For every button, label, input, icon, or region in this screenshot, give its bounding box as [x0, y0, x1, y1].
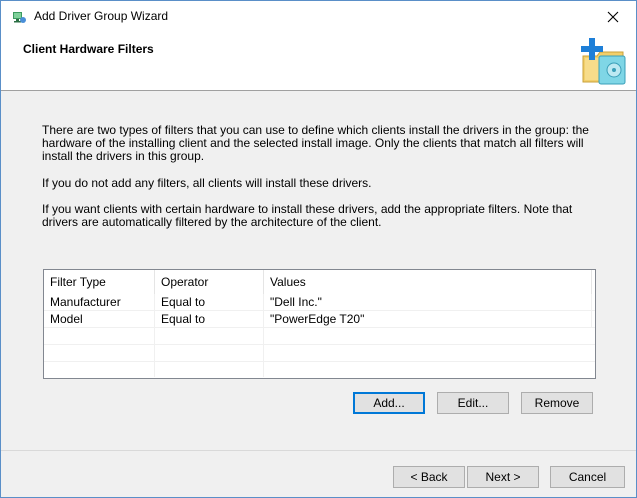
wizard-window: Add Driver Group Wizard Client Hardware …: [0, 0, 637, 498]
edit-filter-button[interactable]: Edit...: [437, 392, 509, 414]
close-icon: [607, 11, 619, 22]
cell-operator: Equal to: [155, 294, 264, 311]
window-title: Add Driver Group Wizard: [34, 9, 169, 23]
cell-values: "Dell Inc.": [264, 294, 592, 311]
column-header-values[interactable]: Values: [264, 270, 592, 294]
cancel-button[interactable]: Cancel: [550, 466, 625, 488]
table-row[interactable]: Manufacturer Equal to "Dell Inc.": [44, 294, 595, 311]
empty-row: [44, 362, 595, 377]
empty-row: [44, 328, 595, 345]
add-filter-button[interactable]: Add...: [353, 392, 425, 414]
cell-filter-type: Manufacturer: [44, 294, 155, 311]
empty-cell: [155, 328, 264, 345]
hardware-filters-text: If you want clients with certain hardwar…: [42, 202, 573, 229]
cell-values: "PowerEdge T20": [264, 311, 592, 328]
cell-filter-type: Model: [44, 311, 155, 328]
title-bar: Add Driver Group Wizard: [1, 1, 636, 32]
no-filters-text: If you do not add any filters, all clien…: [42, 176, 372, 190]
remove-filter-button[interactable]: Remove: [521, 392, 593, 414]
wizard-add-drivers-icon: [581, 38, 626, 85]
empty-cell: [155, 362, 264, 377]
back-button[interactable]: < Back: [393, 466, 465, 488]
empty-cell: [155, 345, 264, 362]
close-button[interactable]: [590, 1, 636, 32]
filters-listview[interactable]: Filter Type Operator Values Manufacturer…: [43, 269, 596, 379]
next-button[interactable]: Next >: [467, 466, 539, 488]
cell-operator: Equal to: [155, 311, 264, 328]
empty-row: [44, 345, 595, 362]
intro-text: There are two types of filters that you …: [42, 123, 589, 163]
wizard-header: Client Hardware Filters: [1, 32, 636, 91]
table-row[interactable]: Model Equal to "PowerEdge T20": [44, 311, 595, 328]
listview-header: Filter Type Operator Values: [44, 270, 595, 294]
empty-cell: [44, 345, 155, 362]
page-title: Client Hardware Filters: [23, 42, 154, 56]
empty-cell: [44, 328, 155, 345]
driver-group-icon: [13, 12, 26, 23]
footer-divider: [1, 450, 636, 451]
column-header-operator[interactable]: Operator: [155, 270, 264, 294]
empty-cell: [44, 362, 155, 377]
column-header-filter-type[interactable]: Filter Type: [44, 270, 155, 294]
